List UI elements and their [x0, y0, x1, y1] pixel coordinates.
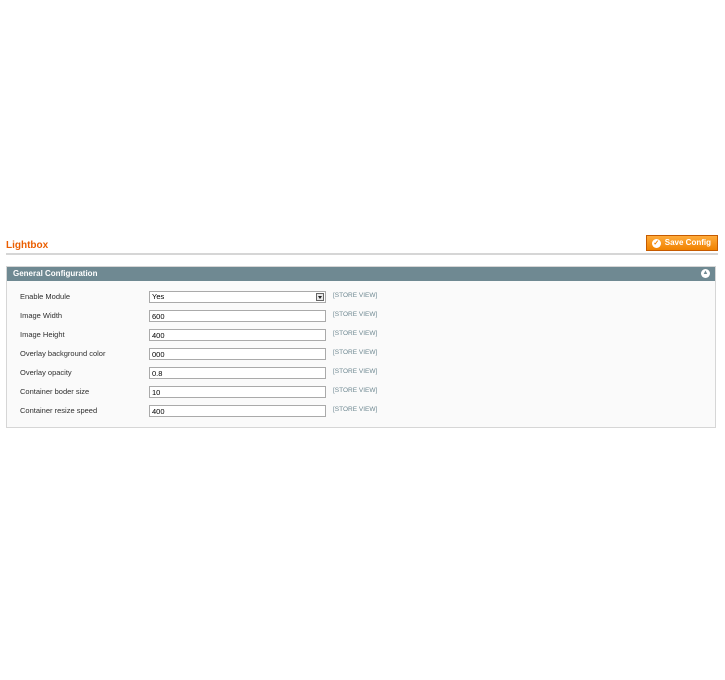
chevron-up-icon[interactable]: ▲: [701, 269, 710, 278]
field-label: Overlay opacity: [20, 368, 72, 377]
field-row-container-border-size: Container boder size [STORE VIEW]: [7, 383, 715, 402]
scope-label: [STORE VIEW]: [333, 406, 378, 413]
section-header[interactable]: General Configuration ▲: [7, 267, 715, 281]
general-configuration-section: General Configuration ▲ Enable Module Ye…: [6, 266, 716, 428]
header-divider: [6, 253, 718, 255]
field-row-image-width: Image Width [STORE VIEW]: [7, 307, 715, 326]
scope-label: [STORE VIEW]: [333, 311, 378, 318]
field-label: Container resize speed: [20, 406, 98, 415]
enable-module-select[interactable]: Yes: [149, 291, 326, 303]
config-rows: Enable Module Yes [STORE VIEW] Image Wid…: [7, 288, 715, 421]
chevron-down-icon[interactable]: [316, 293, 324, 301]
overlay-background-color-input[interactable]: [149, 348, 326, 360]
field-label: Enable Module: [20, 292, 71, 301]
page-header: Lightbox ✓ Save Config: [6, 234, 718, 256]
field-row-enable-module: Enable Module Yes [STORE VIEW]: [7, 288, 715, 307]
enable-module-value: Yes: [152, 292, 165, 301]
image-width-input[interactable]: [149, 310, 326, 322]
config-page: Lightbox ✓ Save Config General Configura…: [0, 0, 725, 680]
scope-label: [STORE VIEW]: [333, 330, 378, 337]
field-row-container-resize-speed: Container resize speed [STORE VIEW]: [7, 402, 715, 421]
save-config-button[interactable]: ✓ Save Config: [645, 235, 718, 251]
save-config-label: Save Config: [664, 238, 711, 247]
container-border-size-input[interactable]: [149, 386, 326, 398]
overlay-opacity-input[interactable]: [149, 367, 326, 379]
container-resize-speed-input[interactable]: [149, 405, 326, 417]
field-label: Container boder size: [20, 387, 90, 396]
scope-label: [STORE VIEW]: [333, 292, 378, 299]
scope-label: [STORE VIEW]: [333, 387, 378, 394]
section-title: General Configuration: [13, 269, 98, 278]
page-title: Lightbox: [6, 240, 49, 251]
field-label: Image Height: [20, 330, 65, 339]
field-row-overlay-opacity: Overlay opacity [STORE VIEW]: [7, 364, 715, 383]
field-label: Image Width: [20, 311, 63, 320]
image-height-input[interactable]: [149, 329, 326, 341]
scope-label: [STORE VIEW]: [333, 368, 378, 375]
field-row-image-height: Image Height [STORE VIEW]: [7, 326, 715, 345]
field-row-overlay-background-color: Overlay background color [STORE VIEW]: [7, 345, 715, 364]
scope-label: [STORE VIEW]: [333, 349, 378, 356]
check-circle-icon: ✓: [651, 238, 661, 248]
field-label: Overlay background color: [20, 349, 106, 358]
